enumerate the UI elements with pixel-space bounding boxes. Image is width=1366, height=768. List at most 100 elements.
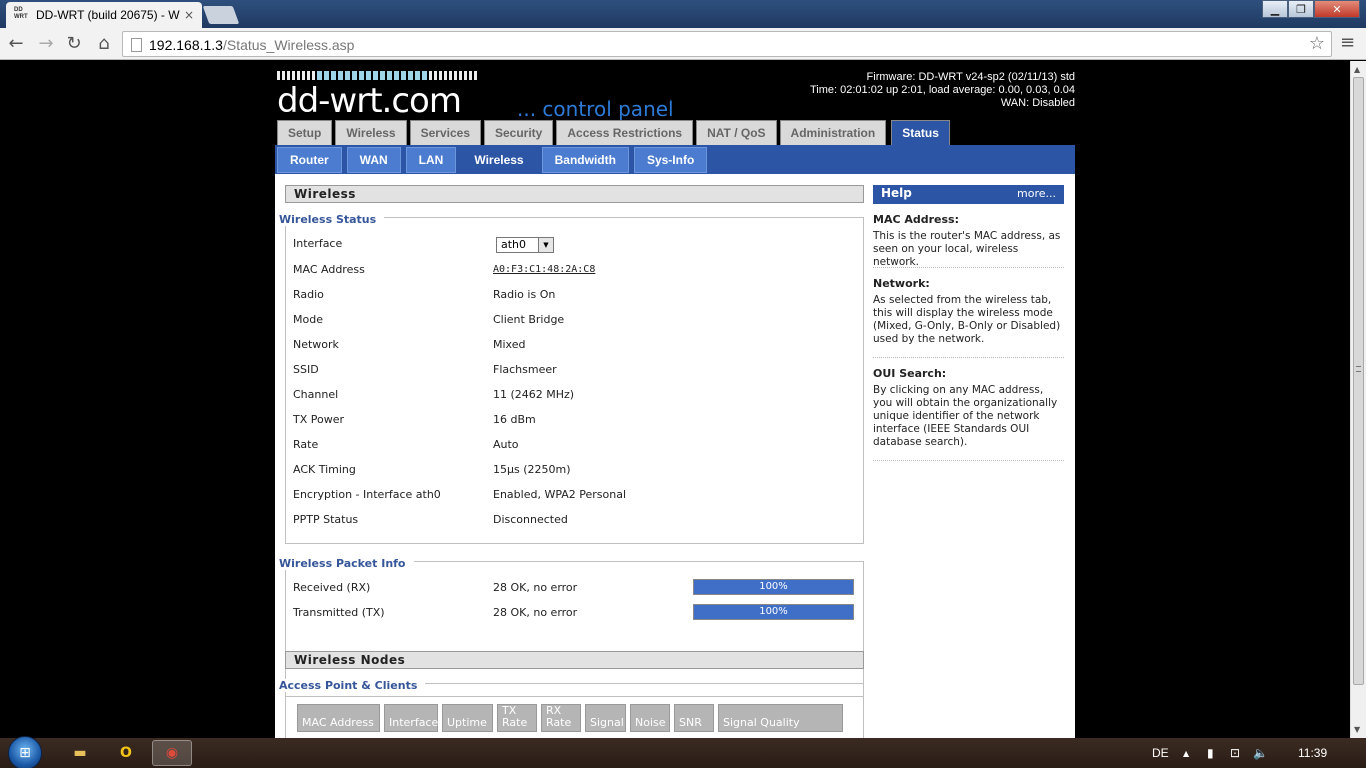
interface-label: Interface [293,237,343,250]
tab-close-icon[interactable]: × [184,8,194,22]
minimize-button[interactable]: ▁ [1262,0,1288,18]
tab-status[interactable]: Status [891,120,950,145]
ssid-label: SSID [293,363,319,376]
close-window-button[interactable]: ✕ [1314,0,1360,18]
firmware-text: Firmware: DD-WRT v24-sp2 (02/11/13) std [866,71,1075,83]
tray-expand-icon[interactable]: ▲ [1183,749,1189,758]
rx-progress-bar: 100% [693,579,854,595]
tab-wireless[interactable]: Wireless [335,120,407,145]
col-signal-quality: Signal Quality [718,704,843,732]
browser-tab[interactable]: DD WRT DD-WRT (build 20675) - W × [6,2,202,28]
help-title: Help [881,186,912,200]
address-bar[interactable]: 192.168.1.3/Status_Wireless.asp ☆ [122,31,1332,57]
reload-icon[interactable]: ↻ [62,32,86,56]
ddwrt-favicon-icon: DD WRT [14,7,28,20]
control-panel-text: ... control panel [517,97,674,121]
subtab-lan[interactable]: LAN [405,147,457,173]
col-uptime: Uptime [442,704,493,732]
pptp-status-value: Disconnected [493,513,568,526]
ack-timing-label: ACK Timing [293,463,356,476]
subtab-router[interactable]: Router [277,147,342,173]
col-mac-address: MAC Address [297,704,380,732]
new-tab-button[interactable] [202,6,240,24]
maximize-button[interactable]: ❐ [1288,0,1314,18]
tx-power-value: 16 dBm [493,413,536,426]
tab-setup[interactable]: Setup [277,120,333,145]
forward-icon[interactable]: → [34,32,58,56]
bookmark-star-icon[interactable]: ☆ [1309,33,1325,54]
help-item-title: Network: [873,277,930,290]
tab-administration[interactable]: Administration [779,120,887,145]
explorer-taskbar-icon[interactable]: ▬ [60,740,100,766]
help-item-text: By clicking on any MAC address, you will… [873,384,1058,448]
help-more-link[interactable]: more... [1017,187,1056,200]
windows-logo-icon: ⊞ [19,745,31,761]
mode-value: Client Bridge [493,313,565,326]
main-tabs: Setup Wireless Services Security Access … [277,120,950,145]
page-icon [131,38,142,52]
rx-label: Received (RX) [293,581,371,594]
mode-label: Mode [293,313,323,326]
scroll-up-icon[interactable]: ▲ [1354,65,1360,74]
vertical-scrollbar[interactable]: ▲ ▼ [1350,61,1366,738]
ssid-value: Flachsmeer [493,363,557,376]
url-text[interactable]: 192.168.1.3/Status_Wireless.asp [149,37,354,53]
interface-select[interactable]: ath0 ▼ [496,237,554,253]
tx-power-label: TX Power [293,413,345,426]
col-noise: Noise [630,704,670,732]
scroll-down-icon[interactable]: ▼ [1354,725,1360,734]
outlook-taskbar-icon[interactable]: O [106,740,146,766]
tab-services[interactable]: Services [409,120,481,145]
tab-security[interactable]: Security [484,120,554,145]
network-label: Network [293,338,339,351]
clock[interactable]: 11:39 [1298,746,1327,760]
packet-info-legend: Wireless Packet Info [279,557,414,570]
tab-nat-qos[interactable]: NAT / QoS [696,120,777,145]
start-button[interactable]: ⊞ [8,736,42,768]
windows-taskbar: ⊞ ▬ O ◉ DE ▲ ▮ ⊡ 🔈 11:39 [0,736,1366,768]
tx-label: Transmitted (TX) [293,606,385,619]
logo-bars [277,71,477,80]
help-header: Help more... [873,185,1064,204]
help-item-oui-search: OUI Search: By clicking on any MAC addre… [873,367,1064,461]
ack-timing-value: 15µs (2250m) [493,463,571,476]
network-icon[interactable]: ⊡ [1230,746,1240,760]
volume-icon[interactable]: 🔈 [1253,746,1268,760]
subtab-sys-info[interactable]: Sys-Info [633,147,708,173]
channel-label: Channel [293,388,339,401]
subtab-wireless[interactable]: Wireless [461,147,537,173]
col-tx-rate: TX Rate [497,704,537,732]
page-viewport: dd-wrt.com ... control panel Firmware: D… [0,61,1350,738]
col-snr: SNR [674,704,714,732]
col-interface: Interface [384,704,438,732]
radio-value: Radio is On [493,288,556,301]
section-title-wireless-nodes: Wireless Nodes [285,651,864,669]
language-indicator[interactable]: DE [1152,746,1169,760]
col-signal: Signal [585,704,626,732]
channel-value: 11 (2462 MHz) [493,388,575,401]
rx-progress-text: 100% [759,581,788,592]
back-icon[interactable]: ← [4,32,28,56]
rx-value: 28 OK, no error [493,581,578,594]
help-item-network: Network: As selected from the wireless t… [873,277,1064,358]
tab-access-restrictions[interactable]: Access Restrictions [556,120,694,145]
router-info: Firmware: DD-WRT v24-sp2 (02/11/13) std … [810,71,1075,110]
chrome-taskbar-icon[interactable]: ◉ [152,740,192,766]
tab-title: DD-WRT (build 20675) - W [36,8,180,22]
subtab-bandwidth[interactable]: Bandwidth [541,147,629,173]
pptp-status-label: PPTP Status [293,513,359,526]
content-area: Wireless Wireless Status Interface ath0 … [275,174,1075,738]
time-text: Time: 02:01:02 up 2:01, load average: 0.… [809,84,1075,96]
logo-text: dd-wrt.com [277,81,462,121]
ddwrt-page: dd-wrt.com ... control panel Firmware: D… [275,61,1075,738]
tx-value: 28 OK, no error [493,606,578,619]
subtab-wan[interactable]: WAN [346,147,401,173]
mac-address-link[interactable]: A0:F3:C1:48:2A:C8 [493,264,595,275]
help-item-text: This is the router's MAC address, as see… [873,230,1061,268]
battery-icon[interactable]: ▮ [1207,746,1214,760]
tx-progress-bar: 100% [693,604,854,620]
network-value: Mixed [493,338,526,351]
scrollbar-thumb[interactable] [1353,77,1364,685]
home-icon[interactable]: ⌂ [92,32,116,56]
browser-menu-icon[interactable]: ≡ [1340,32,1355,53]
